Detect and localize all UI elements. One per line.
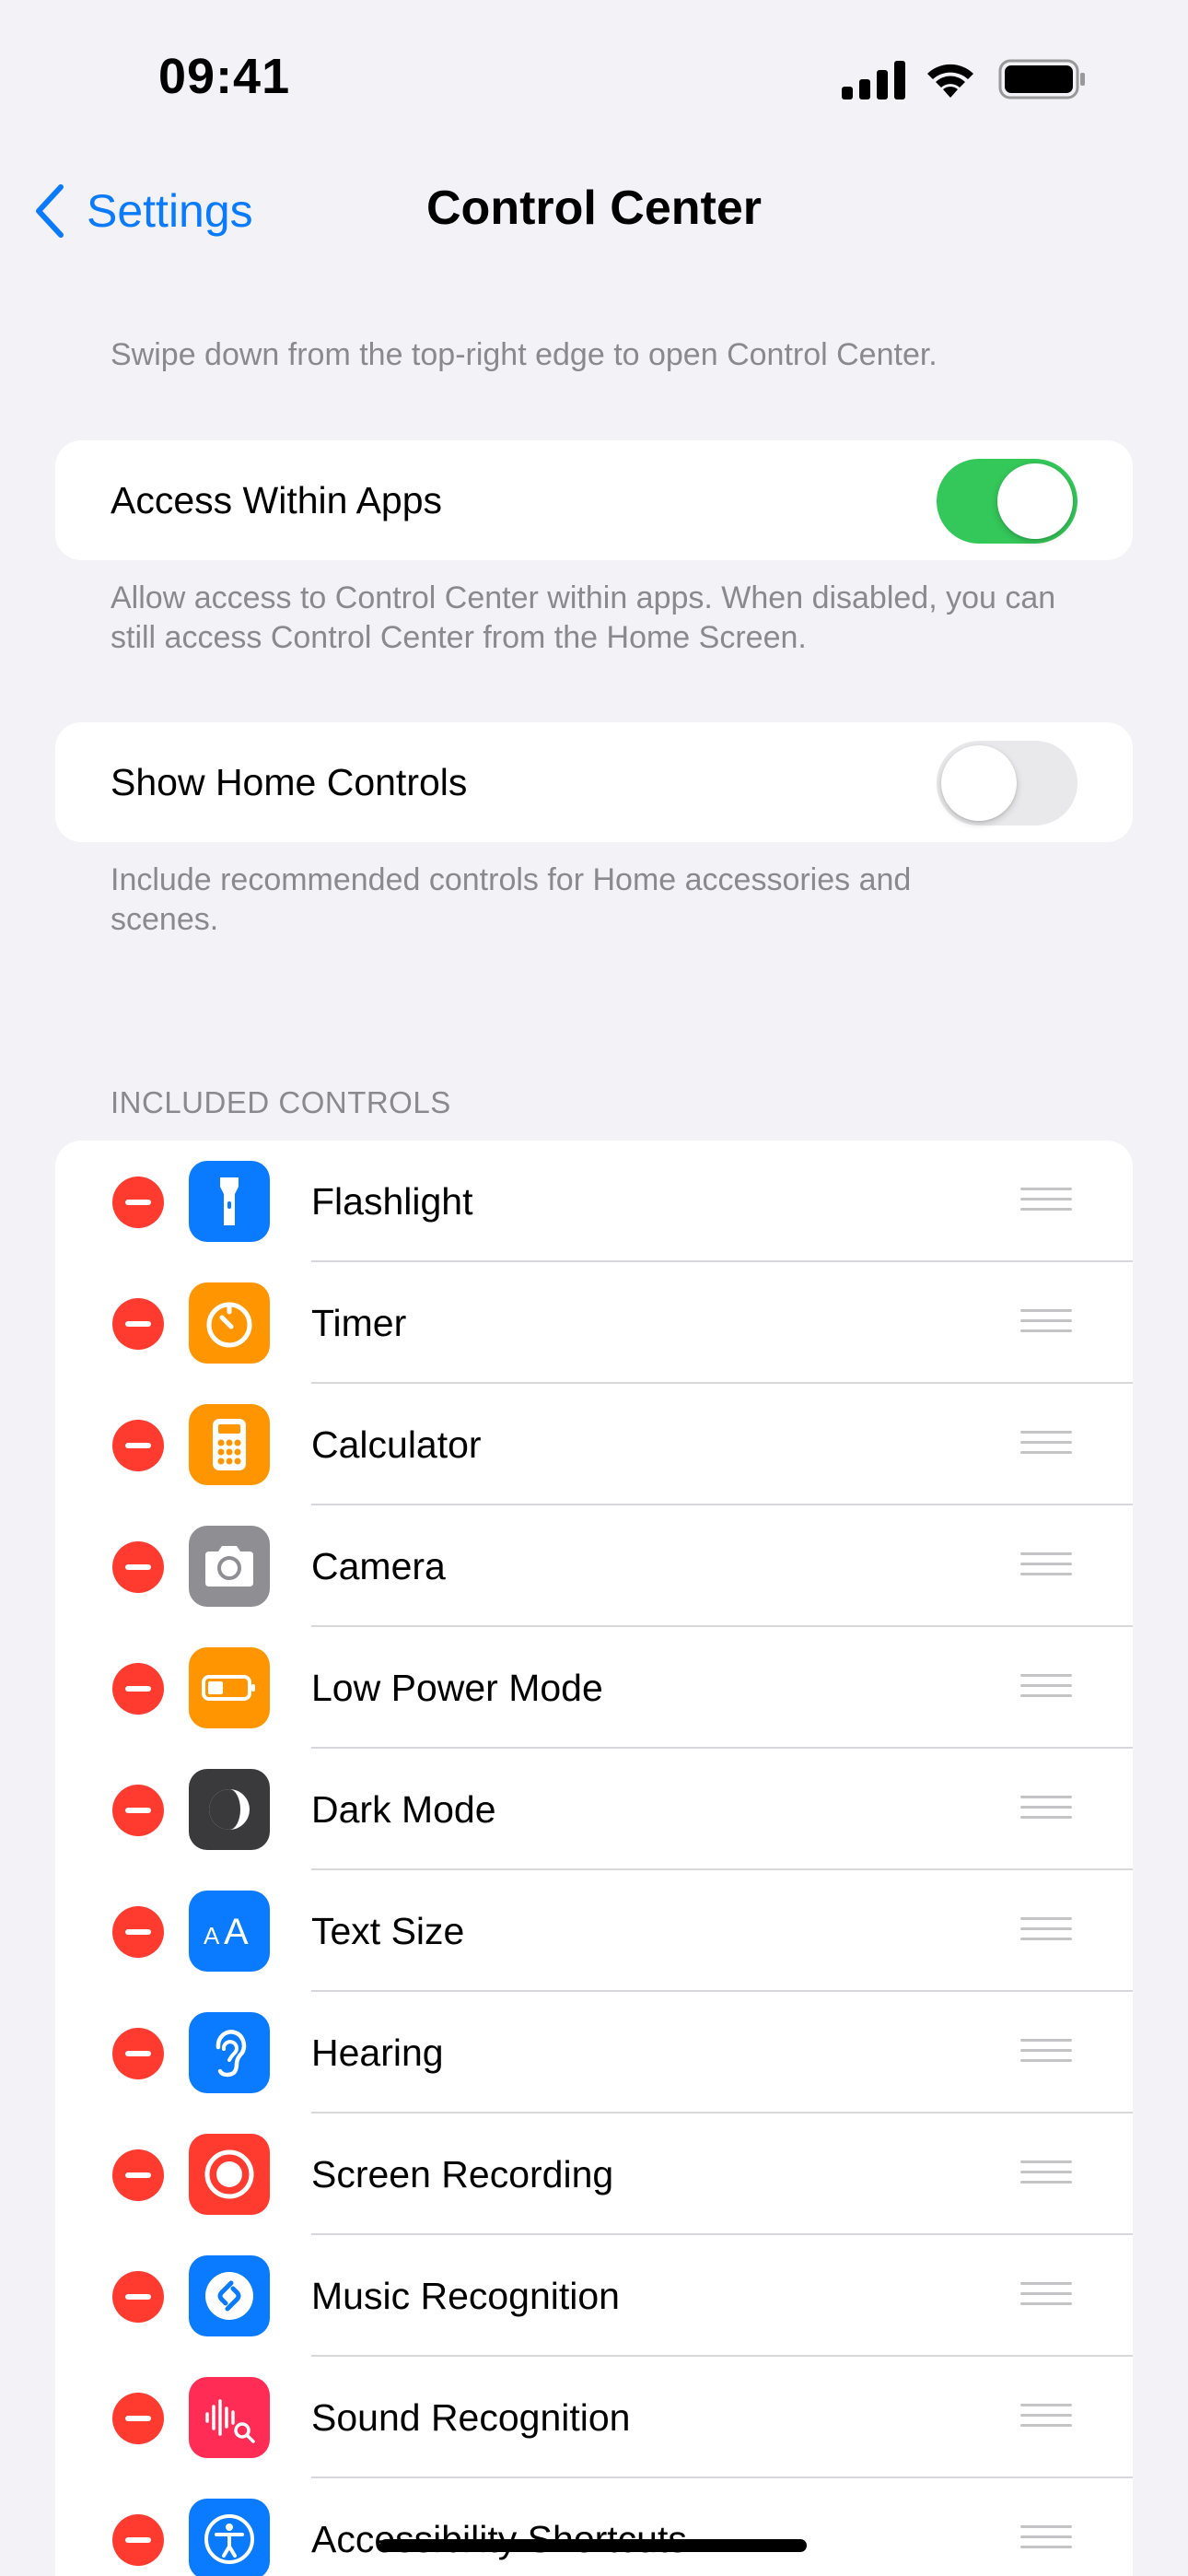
control-label: Calculator: [311, 1423, 482, 1466]
text-size-icon: AA: [189, 1891, 270, 1972]
show-home-controls-toggle[interactable]: [937, 741, 1077, 825]
show-home-controls-group: Show Home Controls: [55, 722, 1133, 842]
control-label: Music Recognition: [311, 2274, 620, 2317]
page-title: Control Center: [426, 181, 762, 235]
access-within-apps-label: Access Within Apps: [111, 478, 443, 521]
battery-status-icon: [998, 59, 1085, 100]
control-row-sound-recognition[interactable]: Sound Recognition: [55, 2357, 1133, 2478]
control-row-screen-recording[interactable]: Screen Recording: [55, 2113, 1133, 2235]
access-within-apps-row: Access Within Apps: [55, 440, 1133, 560]
control-row-camera[interactable]: Camera: [55, 1505, 1133, 1627]
access-within-apps-footnote: Allow access to Control Center within ap…: [111, 580, 1056, 655]
intro-text: Swipe down from the top-right edge to op…: [111, 337, 938, 372]
home-indicator[interactable]: [379, 2539, 807, 2552]
remove-button[interactable]: [112, 2149, 164, 2201]
control-row-timer[interactable]: Timer: [55, 1262, 1133, 1384]
show-home-controls-footnote: Include recommended controls for Home ac…: [111, 862, 912, 937]
control-label: Low Power Mode: [311, 1666, 603, 1709]
control-row-low-power-mode[interactable]: Low Power Mode: [55, 1627, 1133, 1749]
control-label: Accessibility Shortcuts: [311, 2478, 687, 2576]
reorder-handle-icon[interactable]: [1020, 2160, 1072, 2188]
remove-button[interactable]: [112, 2271, 164, 2323]
reorder-handle-icon[interactable]: [1020, 1188, 1072, 1215]
access-within-apps-group: Access Within Apps: [55, 440, 1133, 560]
accessibility-icon: [189, 2499, 270, 2576]
included-controls-header: INCLUDED CONTROLS: [111, 1085, 451, 1119]
control-label: Timer: [311, 1301, 407, 1344]
remove-button[interactable]: [112, 1906, 164, 1958]
control-label: Screen Recording: [311, 2152, 614, 2195]
control-row-flashlight[interactable]: Flashlight: [55, 1141, 1133, 1262]
svg-text:A: A: [204, 1922, 220, 1950]
toggle-knob: [997, 463, 1073, 539]
control-row-text-size[interactable]: AA Text Size: [55, 1870, 1133, 1992]
control-row-music-recognition[interactable]: Music Recognition: [55, 2235, 1133, 2357]
control-label: Flashlight: [311, 1179, 473, 1223]
toggle-knob: [941, 745, 1017, 821]
wifi-icon: [927, 64, 973, 98]
svg-text:A: A: [224, 1912, 249, 1952]
control-row-calculator[interactable]: Calculator: [55, 1384, 1133, 1505]
status-time: 09:41: [158, 49, 291, 104]
control-row-dark-mode[interactable]: Dark Mode: [55, 1749, 1133, 1870]
sound-recognition-icon: [189, 2377, 270, 2458]
remove-button[interactable]: [112, 1785, 164, 1836]
remove-button[interactable]: [112, 2028, 164, 2079]
status-bar: 09:41: [0, 0, 1188, 157]
cellular-signal-icon: [842, 61, 905, 100]
included-controls-list: Flashlight Timer Calculator Camera Low P…: [55, 1141, 1133, 2576]
control-row-accessibility-shortcuts[interactable]: Accessibility Shortcuts: [55, 2478, 1133, 2576]
control-label: Hearing: [311, 2031, 444, 2074]
remove-button[interactable]: [112, 1298, 164, 1350]
control-label: Dark Mode: [311, 1787, 496, 1831]
reorder-handle-icon[interactable]: [1020, 2404, 1072, 2431]
battery-icon: [189, 1647, 270, 1728]
timer-icon: [189, 1282, 270, 1364]
remove-button[interactable]: [112, 2393, 164, 2444]
reorder-handle-icon[interactable]: [1020, 1431, 1072, 1458]
reorder-handle-icon[interactable]: [1020, 1917, 1072, 1945]
navigation-bar: Settings Control Center: [0, 166, 1188, 254]
control-label: Camera: [311, 1544, 446, 1587]
reorder-handle-icon[interactable]: [1020, 1796, 1072, 1823]
reorder-handle-icon[interactable]: [1020, 1674, 1072, 1702]
record-icon: [189, 2134, 270, 2215]
dark-mode-icon: [189, 1769, 270, 1850]
show-home-controls-label: Show Home Controls: [111, 760, 468, 803]
shazam-icon: [189, 2255, 270, 2336]
control-label: Text Size: [311, 1909, 465, 1952]
reorder-handle-icon[interactable]: [1020, 2039, 1072, 2067]
flashlight-icon: [189, 1161, 270, 1242]
remove-button[interactable]: [112, 1541, 164, 1593]
remove-button[interactable]: [112, 1420, 164, 1471]
control-label: Sound Recognition: [311, 2395, 631, 2439]
camera-icon: [189, 1526, 270, 1607]
reorder-handle-icon[interactable]: [1020, 1552, 1072, 1580]
control-row-hearing[interactable]: Hearing: [55, 1992, 1133, 2113]
access-within-apps-toggle[interactable]: [937, 459, 1077, 544]
ear-icon: [189, 2012, 270, 2093]
calculator-icon: [189, 1404, 270, 1485]
show-home-controls-row: Show Home Controls: [55, 722, 1133, 842]
reorder-handle-icon[interactable]: [1020, 2525, 1072, 2553]
remove-button[interactable]: [112, 2514, 164, 2566]
reorder-handle-icon[interactable]: [1020, 1309, 1072, 1337]
remove-button[interactable]: [112, 1663, 164, 1715]
remove-button[interactable]: [112, 1177, 164, 1228]
reorder-handle-icon[interactable]: [1020, 2282, 1072, 2310]
